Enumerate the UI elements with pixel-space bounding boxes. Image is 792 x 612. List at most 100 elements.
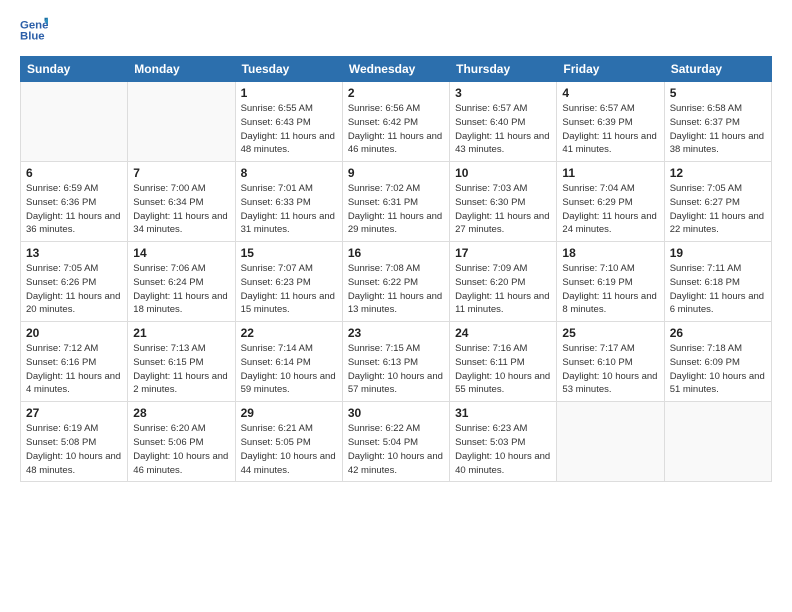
day-number: 7: [133, 166, 229, 180]
logo-icon: General Blue: [20, 16, 48, 44]
day-number: 17: [455, 246, 551, 260]
day-number: 4: [562, 86, 658, 100]
calendar-cell: 28 Sunrise: 6:20 AM Sunset: 5:06 PM Dayli…: [128, 402, 235, 482]
calendar-cell: 31 Sunrise: 6:23 AM Sunset: 5:03 PM Dayli…: [450, 402, 557, 482]
calendar-cell: 18Sunrise: 7:10 AM Sunset: 6:19 PM Dayli…: [557, 242, 664, 322]
day-detail: Sunrise: 7:06 AM Sunset: 6:24 PM Dayligh…: [133, 262, 229, 317]
calendar-cell: 22 Sunrise: 7:14 AM Sunset: 6:14 PM Dayli…: [235, 322, 342, 402]
day-detail: Sunrise: 7:14 AM Sunset: 6:14 PM Dayligh…: [241, 342, 337, 397]
day-number: 9: [348, 166, 444, 180]
day-detail: Sunrise: 7:07 AM Sunset: 6:23 PM Dayligh…: [241, 262, 337, 317]
calendar-day-header: Tuesday: [235, 57, 342, 82]
day-number: 29: [241, 406, 337, 420]
calendar-cell: 24 Sunrise: 7:16 AM Sunset: 6:11 PM Dayli…: [450, 322, 557, 402]
day-detail: Sunrise: 7:11 AM Sunset: 6:18 PM Dayligh…: [670, 262, 766, 317]
day-detail: Sunrise: 6:56 AM Sunset: 6:42 PM Dayligh…: [348, 102, 444, 157]
svg-text:Blue: Blue: [20, 31, 45, 43]
day-number: 1: [241, 86, 337, 100]
calendar-day-header: Saturday: [664, 57, 771, 82]
calendar-cell: 8Sunrise: 7:01 AM Sunset: 6:33 PM Daylig…: [235, 162, 342, 242]
day-detail: Sunrise: 6:59 AM Sunset: 6:36 PM Dayligh…: [26, 182, 122, 237]
day-detail: Sunrise: 7:10 AM Sunset: 6:19 PM Dayligh…: [562, 262, 658, 317]
day-detail: Sunrise: 7:02 AM Sunset: 6:31 PM Dayligh…: [348, 182, 444, 237]
calendar-week-row: 13 Sunrise: 7:05 AM Sunset: 6:26 PM Dayli…: [21, 242, 772, 322]
calendar-cell: 23 Sunrise: 7:15 AM Sunset: 6:13 PM Dayli…: [342, 322, 449, 402]
day-detail: Sunrise: 7:18 AM Sunset: 6:09 PM Dayligh…: [670, 342, 766, 397]
day-detail: Sunrise: 6:58 AM Sunset: 6:37 PM Dayligh…: [670, 102, 766, 157]
calendar-week-row: 27 Sunrise: 6:19 AM Sunset: 5:08 PM Dayli…: [21, 402, 772, 482]
day-detail: Sunrise: 7:16 AM Sunset: 6:11 PM Dayligh…: [455, 342, 551, 397]
header: General Blue: [20, 16, 772, 44]
day-number: 22: [241, 326, 337, 340]
calendar-cell: 16 Sunrise: 7:08 AM Sunset: 6:22 PM Dayli…: [342, 242, 449, 322]
calendar-cell: 20Sunrise: 7:12 AM Sunset: 6:16 PM Dayli…: [21, 322, 128, 402]
calendar-day-header: Wednesday: [342, 57, 449, 82]
calendar-body: 1 Sunrise: 6:55 AM Sunset: 6:43 PM Daylig…: [21, 82, 772, 482]
day-detail: Sunrise: 7:13 AM Sunset: 6:15 PM Dayligh…: [133, 342, 229, 397]
calendar-week-row: 20Sunrise: 7:12 AM Sunset: 6:16 PM Dayli…: [21, 322, 772, 402]
day-detail: Sunrise: 7:03 AM Sunset: 6:30 PM Dayligh…: [455, 182, 551, 237]
svg-text:General: General: [20, 19, 48, 31]
calendar-cell: 14Sunrise: 7:06 AM Sunset: 6:24 PM Dayli…: [128, 242, 235, 322]
day-number: 23: [348, 326, 444, 340]
logo: General Blue: [20, 16, 52, 44]
calendar-week-row: 6 Sunrise: 6:59 AM Sunset: 6:36 PM Daylig…: [21, 162, 772, 242]
calendar-cell: 4 Sunrise: 6:57 AM Sunset: 6:39 PM Daylig…: [557, 82, 664, 162]
day-number: 26: [670, 326, 766, 340]
calendar-day-header: Friday: [557, 57, 664, 82]
day-number: 19: [670, 246, 766, 260]
calendar-cell: 29 Sunrise: 6:21 AM Sunset: 5:05 PM Dayli…: [235, 402, 342, 482]
day-number: 8: [241, 166, 337, 180]
day-detail: Sunrise: 6:55 AM Sunset: 6:43 PM Dayligh…: [241, 102, 337, 157]
day-detail: Sunrise: 7:04 AM Sunset: 6:29 PM Dayligh…: [562, 182, 658, 237]
day-number: 28: [133, 406, 229, 420]
calendar-cell: 11Sunrise: 7:04 AM Sunset: 6:29 PM Dayli…: [557, 162, 664, 242]
day-detail: Sunrise: 6:20 AM Sunset: 5:06 PM Dayligh…: [133, 422, 229, 477]
calendar-cell: 27 Sunrise: 6:19 AM Sunset: 5:08 PM Dayli…: [21, 402, 128, 482]
page: General Blue SundayMondayTuesdayWednesda…: [0, 0, 792, 612]
calendar-cell: 17 Sunrise: 7:09 AM Sunset: 6:20 PM Dayli…: [450, 242, 557, 322]
calendar-cell: 25Sunrise: 7:17 AM Sunset: 6:10 PM Dayli…: [557, 322, 664, 402]
calendar-cell: [557, 402, 664, 482]
day-number: 10: [455, 166, 551, 180]
day-detail: Sunrise: 7:00 AM Sunset: 6:34 PM Dayligh…: [133, 182, 229, 237]
day-number: 16: [348, 246, 444, 260]
day-detail: Sunrise: 6:23 AM Sunset: 5:03 PM Dayligh…: [455, 422, 551, 477]
day-number: 27: [26, 406, 122, 420]
calendar-cell: [21, 82, 128, 162]
calendar-cell: 30 Sunrise: 6:22 AM Sunset: 5:04 PM Dayli…: [342, 402, 449, 482]
calendar-week-row: 1 Sunrise: 6:55 AM Sunset: 6:43 PM Daylig…: [21, 82, 772, 162]
day-detail: Sunrise: 7:08 AM Sunset: 6:22 PM Dayligh…: [348, 262, 444, 317]
calendar-cell: 21 Sunrise: 7:13 AM Sunset: 6:15 PM Dayli…: [128, 322, 235, 402]
day-detail: Sunrise: 6:57 AM Sunset: 6:40 PM Dayligh…: [455, 102, 551, 157]
calendar-header-row: SundayMondayTuesdayWednesdayThursdayFrid…: [21, 57, 772, 82]
calendar-cell: 2 Sunrise: 6:56 AM Sunset: 6:42 PM Daylig…: [342, 82, 449, 162]
day-detail: Sunrise: 6:22 AM Sunset: 5:04 PM Dayligh…: [348, 422, 444, 477]
day-number: 15: [241, 246, 337, 260]
calendar-table: SundayMondayTuesdayWednesdayThursdayFrid…: [20, 56, 772, 482]
calendar-cell: [128, 82, 235, 162]
day-detail: Sunrise: 7:09 AM Sunset: 6:20 PM Dayligh…: [455, 262, 551, 317]
day-number: 31: [455, 406, 551, 420]
day-number: 20: [26, 326, 122, 340]
calendar-cell: 3Sunrise: 6:57 AM Sunset: 6:40 PM Daylig…: [450, 82, 557, 162]
day-number: 24: [455, 326, 551, 340]
day-detail: Sunrise: 7:15 AM Sunset: 6:13 PM Dayligh…: [348, 342, 444, 397]
calendar-cell: 6 Sunrise: 6:59 AM Sunset: 6:36 PM Daylig…: [21, 162, 128, 242]
day-number: 21: [133, 326, 229, 340]
calendar-cell: 19 Sunrise: 7:11 AM Sunset: 6:18 PM Dayli…: [664, 242, 771, 322]
calendar-day-header: Sunday: [21, 57, 128, 82]
day-number: 2: [348, 86, 444, 100]
day-detail: Sunrise: 6:57 AM Sunset: 6:39 PM Dayligh…: [562, 102, 658, 157]
day-detail: Sunrise: 7:05 AM Sunset: 6:27 PM Dayligh…: [670, 182, 766, 237]
day-number: 25: [562, 326, 658, 340]
calendar-cell: [664, 402, 771, 482]
day-number: 30: [348, 406, 444, 420]
calendar-day-header: Monday: [128, 57, 235, 82]
day-number: 6: [26, 166, 122, 180]
calendar-day-header: Thursday: [450, 57, 557, 82]
day-detail: Sunrise: 7:05 AM Sunset: 6:26 PM Dayligh…: [26, 262, 122, 317]
day-detail: Sunrise: 6:19 AM Sunset: 5:08 PM Dayligh…: [26, 422, 122, 477]
day-detail: Sunrise: 6:21 AM Sunset: 5:05 PM Dayligh…: [241, 422, 337, 477]
day-number: 13: [26, 246, 122, 260]
